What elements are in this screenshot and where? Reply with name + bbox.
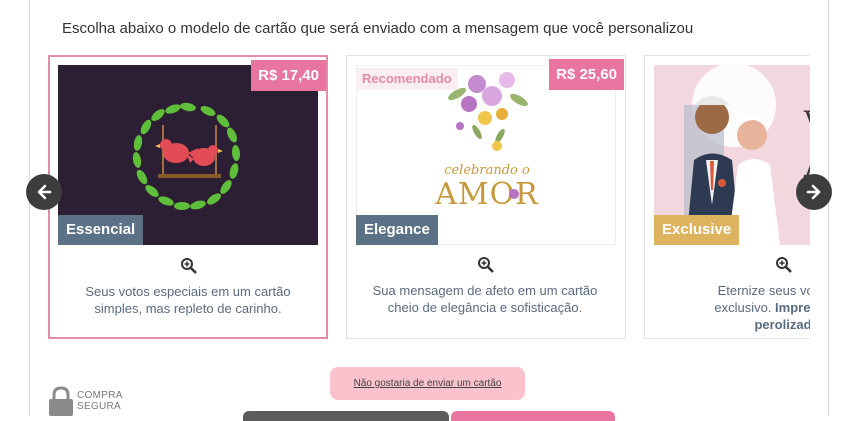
description-line: perolizad (645, 316, 810, 333)
instruction-text: Escolha abaixo o modelo de cartão que se… (62, 20, 694, 37)
description-text: exclusivo. (714, 300, 776, 315)
price-tag: R$ 25,60 (549, 59, 624, 90)
no-card-button[interactable]: Não gostaria de enviar um cartão (330, 367, 525, 400)
card-essencial[interactable]: R$ 17,40 Essencial Seus votos especiais … (48, 55, 328, 339)
card-image-title: AMOR (434, 177, 539, 212)
tier-label: Elegance (356, 215, 438, 245)
card-exclusive[interactable]: A V Exclusive Eternize seus votos co exc… (644, 55, 810, 339)
zoom-icon[interactable] (180, 257, 198, 275)
card-elegance[interactable]: celebrando o AMOR Recomendado R$ 25,60 E… (346, 55, 626, 339)
tier-label: Essencial (58, 215, 144, 245)
description-bold-text: perolizad (754, 317, 810, 332)
secure-text: COMPRA SEGURA (77, 390, 123, 412)
description-line: simples, mas repleto de carinho. (94, 301, 282, 316)
price-tag: R$ 17,40 (251, 60, 326, 91)
zoom-icon[interactable] (775, 256, 793, 274)
card-carousel: R$ 17,40 Essencial Seus votos especiais … (48, 55, 810, 341)
arrow-left-icon (37, 184, 52, 200)
secure-purchase-badge: COMPRA SEGURA (48, 386, 123, 416)
card-description: Seus votos especiais em um cartão simple… (50, 283, 326, 317)
card-image-text: celebrando o (444, 163, 530, 178)
back-button[interactable] (243, 411, 449, 421)
description-bold-text: Impresso en (775, 300, 810, 315)
recommended-badge: Recomendado (356, 68, 458, 90)
secure-text-line: SEGURA (77, 401, 122, 412)
continue-button[interactable] (451, 411, 615, 421)
description-line: exclusivo. Impresso en (645, 299, 810, 316)
description-line: Eternize seus votos co (717, 283, 810, 298)
description-line: Seus votos especiais em um cartão (85, 284, 291, 299)
tier-label: Exclusive (654, 215, 740, 245)
card-description: Eternize seus votos co exclusivo. Impres… (645, 282, 810, 333)
carousel-next-button[interactable] (796, 174, 832, 210)
card-description: Sua mensagem de afeto em um cartão cheio… (347, 282, 623, 316)
description-line: Sua mensagem de afeto em um cartão (372, 283, 598, 298)
carousel-prev-button[interactable] (26, 174, 62, 210)
svg-text:V: V (803, 105, 810, 138)
lock-icon (49, 386, 73, 416)
zoom-icon[interactable] (477, 256, 495, 274)
description-line: cheio de elegância e sofisticação. (387, 300, 583, 315)
arrow-right-icon (806, 184, 821, 200)
secure-text-line: COMPRA (77, 390, 123, 401)
